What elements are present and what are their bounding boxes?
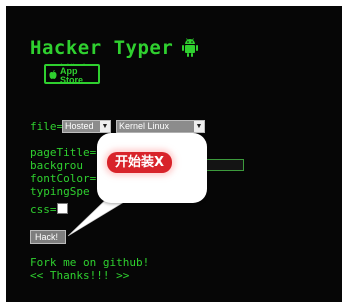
fork-link[interactable]: Fork me on github! — [30, 256, 149, 269]
file-select[interactable]: Hosted ▼ — [62, 120, 111, 133]
apple-icon — [49, 69, 57, 79]
background-input[interactable] — [202, 159, 244, 171]
background-label: backgrou — [30, 159, 83, 172]
chevron-down-icon: ▼ — [100, 121, 110, 132]
popup-bubble: 开始装X — [97, 133, 207, 203]
typing-speed-label: typingSpe — [30, 185, 90, 198]
css-label: css= — [30, 203, 57, 216]
file-label: file= — [30, 120, 64, 133]
thanks-text: << Thanks!!! >> — [30, 269, 130, 282]
file-select-value: Hosted — [65, 121, 94, 131]
app-store-text: Available on the App Store — [60, 63, 98, 85]
page-title: Hacker Typer — [30, 37, 174, 59]
file-select-2-value: Kernel Linux — [119, 121, 170, 131]
header: Hacker Typer — [30, 36, 200, 60]
page-title-label: pageTitle= — [30, 146, 97, 159]
font-color-label: fontColor= — [30, 172, 97, 185]
css-checkbox[interactable] — [57, 203, 68, 214]
file-select-2[interactable]: Kernel Linux ▼ — [116, 120, 205, 133]
android-icon[interactable] — [181, 37, 200, 59]
app-store-big-text: App Store — [59, 66, 83, 85]
app-store-badge[interactable]: Available on the App Store — [44, 63, 100, 85]
hack-button[interactable]: Hack! — [30, 230, 66, 244]
popup-label[interactable]: 开始装X — [107, 152, 172, 173]
chevron-down-icon: ▼ — [194, 121, 204, 132]
